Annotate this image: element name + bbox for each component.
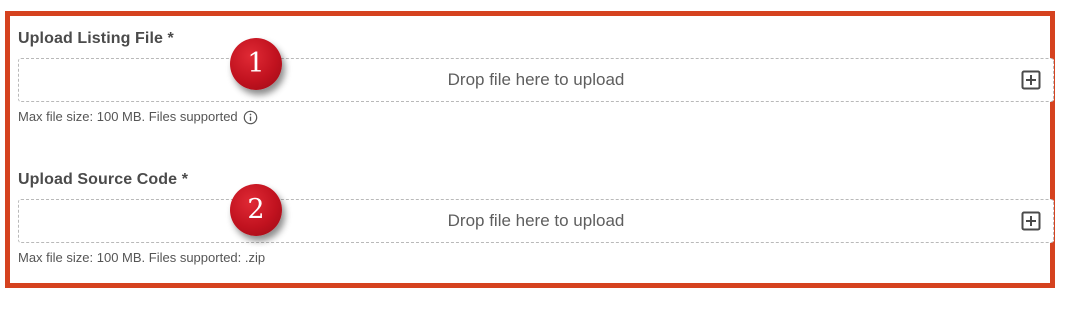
upload-listing-hint-text: Max file size: 100 MB. Files supported [18, 109, 238, 124]
upload-listing-dropzone[interactable]: Drop file here to upload [18, 58, 1054, 102]
upload-listing-dropzone-text: Drop file here to upload [447, 70, 625, 89]
plus-square-icon[interactable] [1021, 70, 1041, 90]
plus-square-icon[interactable] [1021, 211, 1041, 231]
highlight-frame: Upload Listing File * Drop file here to … [5, 11, 1055, 288]
upload-listing-hint: Max file size: 100 MB. Files supported [18, 108, 1054, 126]
info-circle-icon[interactable] [243, 110, 258, 125]
annotation-marker-1: 1 [230, 38, 282, 90]
upload-source-section: Upload Source Code * Drop file here to u… [18, 169, 1054, 267]
upload-listing-label: Upload Listing File * [18, 30, 174, 47]
upload-source-dropzone[interactable]: Drop file here to upload [18, 199, 1054, 243]
upload-source-dropzone-text: Drop file here to upload [447, 211, 625, 230]
annotation-marker-2: 2 [230, 184, 282, 236]
upload-source-hint-text: Max file size: 100 MB. Files supported: … [18, 250, 266, 265]
upload-source-hint: Max file size: 100 MB. Files supported: … [18, 249, 1054, 267]
upload-source-label: Upload Source Code * [18, 171, 189, 188]
upload-listing-section: Upload Listing File * Drop file here to … [18, 28, 1054, 126]
